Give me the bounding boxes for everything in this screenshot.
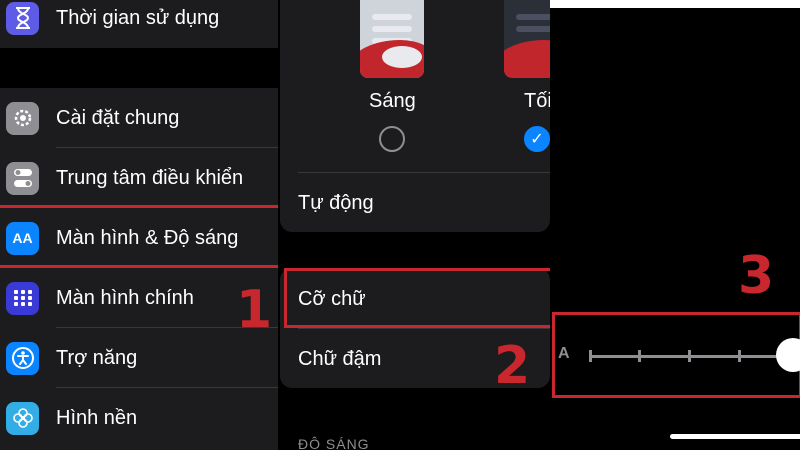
settings-item-screen-time[interactable]: Thời gian sử dụng — [0, 0, 278, 48]
flower-icon — [6, 401, 39, 435]
light-mode-radio[interactable] — [379, 126, 405, 152]
slider-tick — [688, 350, 691, 362]
settings-group-top: Thời gian sử dụng — [0, 0, 278, 48]
settings-item-control-center[interactable]: Trung tâm điều khiển — [0, 148, 278, 208]
checkmark-icon: ✓ — [530, 131, 544, 148]
accessibility-icon — [6, 341, 39, 375]
text-size-icon: AA — [6, 221, 39, 255]
small-text-indicator: A — [558, 345, 570, 362]
dark-mode-radio[interactable]: ✓ — [524, 126, 550, 152]
slider-tick — [589, 350, 592, 362]
home-indicator — [670, 434, 800, 439]
settings-item-label: Màn hình & Độ sáng — [56, 226, 239, 249]
toggles-icon — [6, 161, 39, 195]
gear-icon — [6, 101, 39, 135]
bold-text-row[interactable]: Chữ đậm — [298, 348, 381, 371]
automatic-label[interactable]: Tự động — [298, 192, 374, 215]
settings-group-main: Cài đặt chung Trung tâm điều khiển AA Mà… — [0, 88, 278, 450]
appearance-card: Sáng Tối ✓ Tự động — [280, 0, 550, 232]
settings-item-general[interactable]: Cài đặt chung — [0, 88, 278, 148]
settings-item-label: Hình nền — [56, 406, 138, 429]
step-number-3: 3 — [738, 246, 775, 306]
settings-list-panel: Thời gian sử dụng Cài đặt chung Trung tâ… — [0, 0, 278, 450]
step-number-1: 1 — [236, 280, 273, 340]
brightness-section-header: ĐỘ SÁNG — [298, 436, 370, 450]
app-grid-icon — [6, 281, 39, 315]
slider-tick — [738, 350, 741, 362]
dark-mode-label: Tối — [524, 90, 550, 112]
settings-item-wallpaper[interactable]: Hình nền — [0, 388, 278, 448]
settings-item-label: Màn hình chính — [56, 286, 194, 309]
slider-tick — [638, 350, 641, 362]
step-number-2: 2 — [494, 336, 531, 396]
settings-item-display-brightness[interactable]: AA Màn hình & Độ sáng — [0, 208, 278, 268]
settings-item-label: Cài đặt chung — [56, 106, 180, 129]
dark-mode-preview[interactable] — [504, 0, 550, 78]
panel-top-edge — [550, 0, 800, 8]
hourglass-icon — [6, 1, 39, 35]
text-size-row[interactable]: Cỡ chữ — [298, 288, 366, 311]
light-mode-preview[interactable] — [360, 0, 424, 78]
divider — [298, 328, 550, 329]
divider — [298, 172, 550, 173]
text-size-panel: A — [550, 0, 800, 450]
light-mode-label: Sáng — [369, 90, 416, 112]
settings-item-label: Trợ năng — [56, 346, 138, 369]
settings-item-label: Trung tâm điều khiển — [56, 166, 244, 189]
settings-item-label: Thời gian sử dụng — [56, 6, 220, 29]
